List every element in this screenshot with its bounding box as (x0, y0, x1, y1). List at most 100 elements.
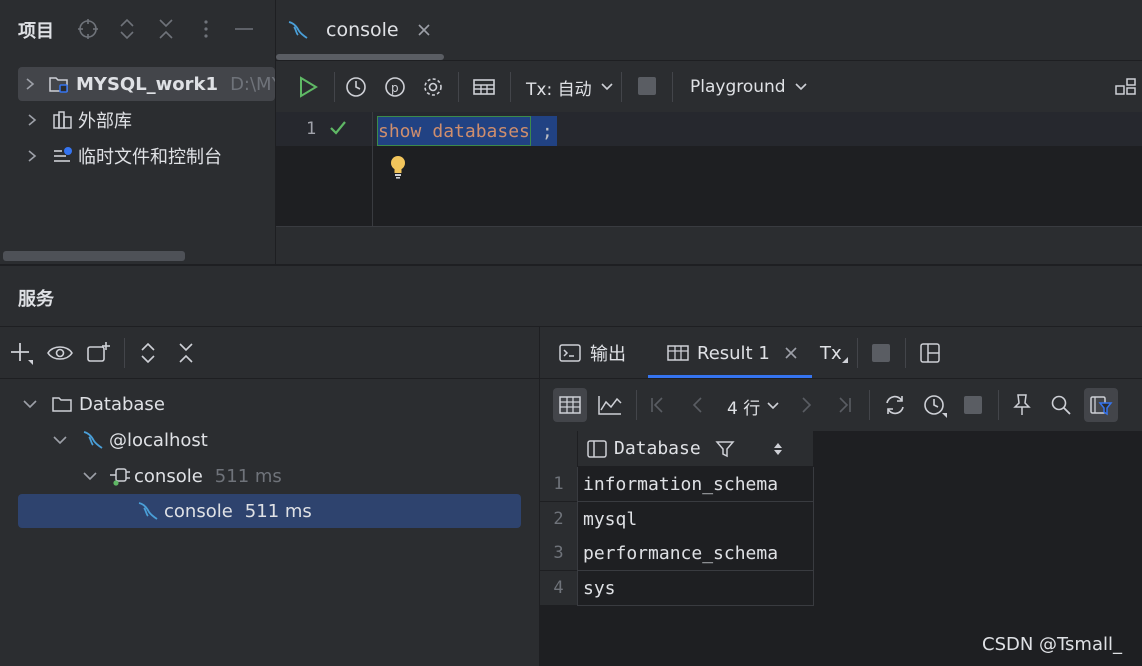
expand-all-icon[interactable] (117, 18, 137, 40)
editor-panel: console p Tx: 自动 Playground 1 show datab… (276, 0, 1142, 264)
run-icon[interactable] (296, 74, 320, 100)
svg-text:p: p (391, 81, 399, 95)
pin-icon[interactable] (1010, 392, 1034, 418)
editor-tab-label: console (326, 19, 399, 41)
chevron-down-icon[interactable] (22, 398, 38, 410)
playground-label: Playground (690, 77, 786, 97)
row-number[interactable]: 1 (540, 467, 577, 502)
project-item-label: MYSQL_work1 (76, 73, 219, 95)
close-tab-icon[interactable] (417, 23, 431, 37)
close-tab-icon[interactable] (784, 346, 798, 360)
library-icon (52, 110, 74, 130)
table-view-icon[interactable] (471, 74, 497, 100)
column-header-label: Database (614, 438, 701, 459)
new-group-icon[interactable] (86, 340, 112, 366)
playground-dropdown[interactable]: Playground (690, 74, 808, 100)
services-tree-console-selected[interactable]: console 511 ms (18, 494, 521, 528)
code-keyword-show: show (378, 120, 422, 142)
line-number: 1 (306, 119, 317, 139)
chevron-right-icon[interactable] (24, 77, 36, 91)
services-toolbar-border (0, 378, 539, 379)
table-cell[interactable]: information_schema (577, 467, 814, 502)
table-cell[interactable]: performance_schema (577, 536, 814, 571)
settings-gear-icon[interactable] (421, 74, 445, 100)
session-plug-icon (108, 465, 132, 487)
filter-icon[interactable] (715, 439, 735, 459)
project-item-external-libraries[interactable]: 外部库 (18, 103, 132, 137)
chevron-right-icon[interactable] (24, 113, 40, 127)
folder-icon (51, 394, 73, 414)
table-cell[interactable]: mysql (577, 502, 814, 537)
project-item-mysql-work1[interactable]: MYSQL_work1 D:\MY (18, 67, 283, 101)
row-count-dropdown[interactable]: 4 行 (727, 394, 780, 419)
console-output-icon (558, 342, 582, 364)
project-item-label: 外部库 (78, 111, 132, 132)
tab-output-label: 输出 (590, 344, 626, 365)
services-tree-label: console (134, 465, 203, 487)
horizontal-scrollbar[interactable] (3, 251, 185, 261)
column-icon (586, 439, 608, 459)
previous-page-icon[interactable] (688, 394, 708, 416)
stop-icon[interactable] (870, 342, 892, 364)
eye-icon[interactable] (46, 340, 74, 366)
services-tree-label: @localhost (109, 429, 208, 451)
last-page-icon[interactable] (834, 394, 854, 416)
services-tree-localhost[interactable]: @localhost (48, 423, 208, 457)
next-page-icon[interactable] (796, 394, 816, 416)
history-icon[interactable] (344, 74, 368, 100)
watermark: CSDN @Tsmall_ (982, 634, 1123, 655)
column-header-database[interactable]: Database (577, 431, 814, 467)
tab-output[interactable]: 输出 (558, 340, 626, 366)
tab-result-1[interactable]: Result 1 (666, 340, 798, 366)
chevron-down-icon[interactable] (52, 434, 68, 446)
mysql-dolphin-icon (286, 19, 310, 41)
layout-structure-icon[interactable] (1114, 74, 1138, 100)
tab-result-label: Result 1 (697, 342, 770, 364)
table-icon (666, 342, 690, 364)
layout-icon[interactable] (918, 341, 942, 365)
add-icon[interactable] (8, 340, 34, 366)
search-icon[interactable] (1049, 392, 1073, 418)
tab-tx[interactable]: Tx (820, 340, 848, 366)
code-line-1[interactable]: show databases ; (377, 116, 557, 146)
query-history-icon[interactable] (921, 392, 949, 420)
chevron-right-icon[interactable] (24, 149, 40, 163)
refresh-icon[interactable] (882, 392, 908, 418)
services-tree-database[interactable]: Database (18, 387, 165, 421)
explain-plan-icon[interactable]: p (383, 74, 407, 100)
row-number[interactable]: 4 (540, 571, 577, 606)
stop-icon[interactable] (636, 75, 658, 97)
services-tree-console-session[interactable]: console 511 ms (78, 459, 282, 493)
table-cell[interactable]: sys (577, 571, 814, 606)
locate-icon[interactable] (77, 18, 99, 40)
expand-all-icon[interactable] (138, 340, 158, 366)
project-panel-title: 项目 (18, 21, 54, 42)
row-number[interactable]: 3 (540, 536, 577, 571)
first-page-icon[interactable] (648, 394, 668, 416)
code-semicolon: ; (530, 116, 557, 146)
mysql-dolphin-icon (136, 500, 160, 522)
chevron-down-icon (600, 82, 614, 92)
collapse-all-icon[interactable] (156, 18, 176, 40)
project-item-scratches[interactable]: 临时文件和控制台 (18, 139, 222, 173)
services-toolbar (0, 327, 539, 379)
cancel-query-icon[interactable] (962, 394, 984, 416)
services-tree-label: console (164, 500, 233, 522)
chevron-down-icon (794, 82, 808, 92)
services-tree-time: 511 ms (214, 465, 282, 487)
collapse-all-icon[interactable] (176, 340, 196, 366)
table-view-toggle-icon[interactable] (553, 388, 587, 422)
row-number[interactable]: 2 (540, 502, 577, 537)
lightbulb-icon[interactable] (388, 154, 408, 180)
chevron-down-icon[interactable] (82, 470, 98, 482)
editor-tab-console[interactable]: console (286, 10, 431, 50)
more-options-icon[interactable] (196, 18, 216, 40)
sort-icon[interactable] (773, 441, 783, 457)
services-tree-label: Database (79, 393, 165, 415)
chart-view-icon[interactable] (596, 392, 624, 418)
transaction-mode-dropdown[interactable]: Tx: 自动 (526, 74, 614, 100)
mysql-dolphin-icon (81, 429, 105, 451)
filter-view-icon[interactable] (1084, 388, 1118, 422)
minimize-icon[interactable] (233, 18, 255, 40)
chevron-down-icon (766, 401, 780, 411)
